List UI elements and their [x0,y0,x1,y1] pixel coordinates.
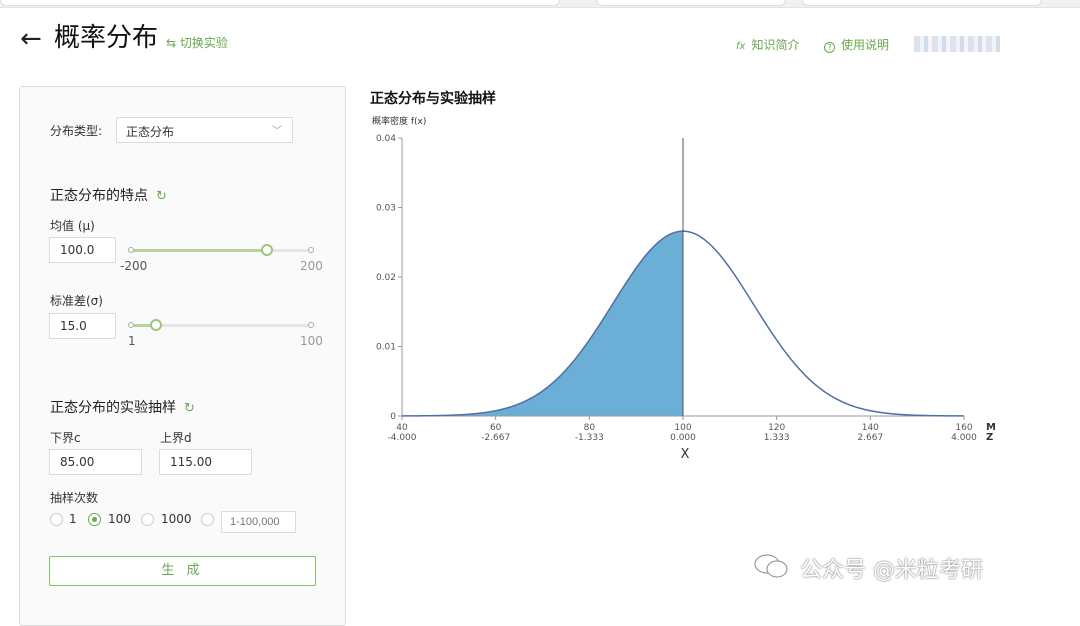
browser-top-strip [0,0,1080,8]
features-title: 正态分布的特点 ↻ [50,188,167,204]
x-tick-label: 40 [396,423,408,433]
mean-slider[interactable] [128,241,314,261]
y-tick-label: 0 [390,412,396,422]
mean-slider-min: -200 [120,259,148,273]
std-slider-max: 100 [300,334,323,348]
sample-count-label: 抽样次数 [50,491,99,505]
std-slider[interactable] [128,316,314,336]
radio-count-1[interactable] [50,513,63,526]
chevron-down-icon: ﹀ [272,126,282,137]
wechat-icon [754,554,788,578]
page-header: ← 概率分布 ⇆ 切换实验 fx 知识简介 ? 使用说明 [0,8,1080,68]
x-tick-label: 80 [584,423,596,433]
x-tick-label: 60 [490,423,502,433]
mean-slider-handle[interactable] [260,244,273,256]
custom-count-input[interactable] [221,511,296,533]
upper-bound-label: 上界d [160,431,192,445]
help-link-label: 使用说明 [841,38,890,52]
back-arrow-icon[interactable]: ← [20,24,42,54]
z-tick-label: 4.000 [951,433,977,443]
std-label: 标准差(σ) [50,294,103,308]
tab-edge [596,0,786,6]
z-axis-end-label: Z [986,432,993,443]
std-slider-min: 1 [128,334,136,348]
z-tick-label: 2.667 [857,433,883,443]
shaded-area [402,231,683,416]
refresh-icon[interactable]: ↻ [156,189,167,204]
y-tick-label: 0.04 [376,134,396,144]
user-avatar[interactable] [914,36,1000,52]
lower-bound-input[interactable]: 85.00 [49,449,142,475]
x-tick-label: 120 [768,423,785,433]
page-title: 概率分布 [54,23,159,53]
z-tick-label: 0.000 [670,433,696,443]
generate-button[interactable]: 生 成 [49,556,316,586]
radio-count-1000-label: 1000 [161,512,192,526]
knowledge-link-label: 知识简介 [751,38,800,52]
switch-experiment-link[interactable]: ⇆ 切换实验 [166,34,228,51]
watermark-text: 公众号 @米粒考研 [800,558,983,583]
y-tick-label: 0.01 [376,343,396,353]
radio-count-1-label: 1 [69,512,77,526]
help-icon: ? [824,42,835,53]
dist-type-value: 正态分布 [126,125,175,139]
z-tick-label: -1.333 [575,433,604,443]
radio-count-custom[interactable] [201,513,214,526]
chart-title: 正态分布与实验抽样 [370,91,496,107]
mean-label: 均值 (μ) [50,219,95,233]
z-tick-label: -4.000 [387,433,416,443]
z-tick-label: 1.333 [764,433,790,443]
dist-type-select[interactable]: 正态分布 ﹀ [116,117,293,143]
normal-distribution-chart: 0 0.01 0.02 0.03 0.04 40-4.000 60-2.667 80-1.33… [372,115,996,462]
upper-bound-input[interactable]: 115.00 [159,449,252,475]
radio-count-100[interactable] [88,513,101,526]
y-axis-label: 概率密度 f(x) [372,115,426,127]
knowledge-link[interactable]: fx 知识简介 [736,36,799,53]
x-tick-label: 140 [862,423,879,433]
mean-input[interactable]: 100.0 [49,237,116,263]
refresh-icon[interactable]: ↻ [184,401,195,416]
tab-edge [802,0,1042,6]
control-panel: 分布类型: 正态分布 ﹀ 正态分布的特点 ↻ 均值 (μ) 100.0 -200 … [19,86,346,626]
radio-count-100-label: 100 [108,512,131,526]
x-tick-label: 100 [674,423,691,433]
radio-count-1000[interactable] [141,513,154,526]
dist-type-label: 分布类型: [50,124,103,138]
mean-slider-fill [130,249,267,252]
z-tick-label: -2.667 [481,433,510,443]
fx-icon: fx [736,41,746,52]
y-tick-label: 0.03 [376,204,396,214]
lower-bound-label: 下界c [50,431,81,445]
x-tick-label: 160 [955,423,972,433]
std-slider-handle[interactable] [149,319,162,331]
address-bar-edge [0,0,560,6]
sampling-title: 正态分布的实验抽样 ↻ [50,400,195,416]
help-link[interactable]: ? 使用说明 [824,36,889,53]
std-input[interactable]: 15.0 [49,313,116,339]
mean-slider-max: 200 [300,259,323,273]
x-axis-label: X [681,447,690,462]
y-tick-label: 0.02 [376,273,396,283]
